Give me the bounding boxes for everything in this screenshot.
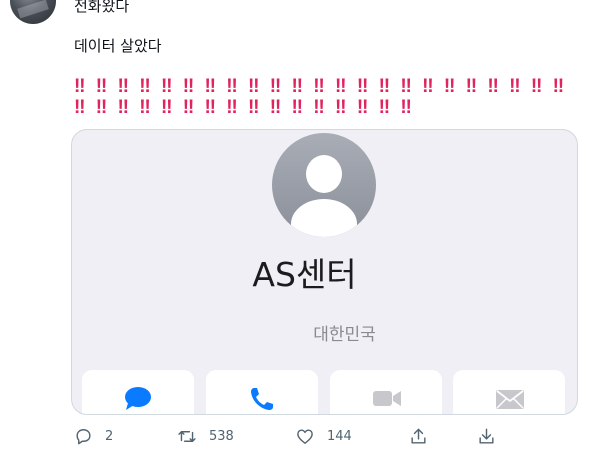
retweet-icon [178, 431, 196, 442]
tweet-text-line1: 전화왔다 [74, 0, 130, 15]
exclamation-line-1: ‼ ‼ ‼ ‼ ‼ ‼ ‼ ‼ ‼ ‼ ‼ ‼ ‼ ‼ ‼ ‼ ‼ ‼ ‼ ‼ … [74, 77, 569, 97]
mail-button[interactable] [453, 370, 565, 414]
download-button[interactable] [477, 427, 496, 446]
like-button[interactable]: 144 [295, 427, 352, 446]
avatar-head-shape [306, 155, 342, 193]
tweet-actions-bar: 2 538 144 [0, 427, 614, 449]
reply-icon [76, 429, 91, 445]
tweet-text-line2: 데이터 살았다 [74, 37, 162, 55]
attached-image-contact-card[interactable]: AS센터 대한민국 [71, 129, 578, 415]
contact-name: AS센터 [252, 255, 357, 294]
reply-button[interactable]: 2 [74, 427, 113, 446]
download-icon [479, 428, 494, 444]
video-button[interactable] [330, 370, 442, 414]
mail-icon [496, 390, 524, 409]
retweet-count: 538 [209, 429, 234, 444]
like-count: 144 [327, 429, 352, 444]
contact-country: 대한민국 [313, 325, 376, 345]
retweet-button[interactable]: 538 [177, 427, 234, 446]
reply-count: 2 [105, 429, 114, 444]
contact-placeholder-avatar [272, 133, 376, 237]
phone-icon [251, 388, 273, 410]
exclamation-line-2: ‼ ‼ ‼ ‼ ‼ ‼ ‼ ‼ ‼ ‼ ‼ ‼ ‼ ‼ ‼ ‼ [74, 98, 415, 118]
message-button[interactable] [82, 370, 194, 414]
call-button[interactable] [206, 370, 318, 414]
share-icon [411, 428, 426, 444]
avatar-body-shape [291, 199, 357, 237]
user-avatar[interactable] [10, 0, 56, 24]
message-icon [125, 387, 151, 410]
heart-icon [297, 429, 313, 444]
video-icon [373, 391, 401, 406]
share-button[interactable] [409, 427, 428, 446]
